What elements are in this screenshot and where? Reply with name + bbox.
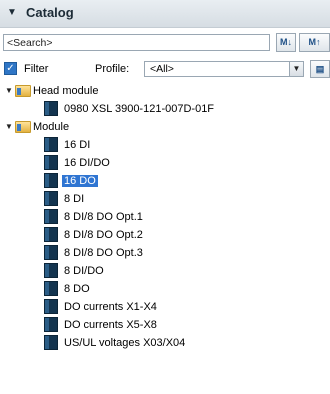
module-icon (44, 137, 58, 152)
tree-item-label: 16 DI/DO (64, 157, 110, 169)
search-up-icon: M↑ (308, 37, 321, 47)
module-icon (44, 227, 58, 242)
catalog-tree: ▼ Head module 0980 XSL 3900-121-007D-01F… (0, 82, 330, 352)
tree-item-label: DO currents X1-X4 (64, 301, 157, 313)
tree-item-label: 0980 XSL 3900-121-007D-01F (64, 103, 215, 115)
expand-down-icon[interactable]: ▼ (4, 85, 14, 97)
tree-item-label: 8 DI/8 DO Opt.1 (64, 211, 143, 223)
module-icon (44, 263, 58, 278)
folder-icon (15, 85, 31, 97)
search-down-icon: M↓ (280, 37, 292, 47)
tree-folder-module[interactable]: ▼ Module (0, 118, 330, 136)
module-icon (44, 317, 58, 332)
search-input[interactable]: <Search> (3, 34, 270, 51)
tree-item-label: 16 DO (62, 175, 98, 187)
tree-item[interactable]: 0980 XSL 3900-121-007D-01F (0, 100, 330, 118)
module-icon (44, 209, 58, 224)
tree-item-selected[interactable]: 16 DO (0, 172, 330, 190)
module-icon (44, 101, 58, 116)
tree-item[interactable]: 8 DI/8 DO Opt.2 (0, 226, 330, 244)
module-icon (44, 191, 58, 206)
tree-item-label: 8 DI/DO (64, 265, 104, 277)
folder-label: Module (33, 121, 70, 133)
tree-item-label: US/UL voltages X03/X04 (64, 337, 186, 349)
tree-folder-head-module[interactable]: ▼ Head module (0, 82, 330, 100)
expand-down-icon[interactable]: ▼ (4, 121, 14, 133)
tree-item[interactable]: DO currents X5-X8 (0, 316, 330, 334)
tree-item-label: DO currents X5-X8 (64, 319, 157, 331)
tree-item-label: 8 DI/8 DO Opt.2 (64, 229, 143, 241)
tree-item[interactable]: 8 DI/DO (0, 262, 330, 280)
profile-label: Profile: (95, 63, 130, 75)
profile-select[interactable]: <All> ▼ (144, 61, 304, 77)
tree-item[interactable]: 8 DI (0, 190, 330, 208)
search-down-button[interactable]: M↓ (276, 33, 296, 52)
tree-item[interactable]: DO currents X1-X4 (0, 298, 330, 316)
tree-item[interactable]: 8 DI/8 DO Opt.3 (0, 244, 330, 262)
profile-settings-button[interactable]: ▤ (310, 60, 330, 78)
module-icon (44, 299, 58, 314)
filter-label: Filter (24, 63, 49, 75)
tree-item-label: 8 DI/8 DO Opt.3 (64, 247, 143, 259)
tree-item-label: 8 DO (64, 283, 90, 295)
tree-item[interactable]: US/UL voltages X03/X04 (0, 334, 330, 352)
filter-checkbox[interactable]: ✓ (4, 62, 17, 75)
tree-item[interactable]: 16 DI/DO (0, 154, 330, 172)
folder-label: Head module (33, 85, 99, 97)
dropdown-arrow-icon[interactable]: ▼ (289, 62, 303, 76)
module-icon (44, 335, 58, 350)
module-settings-icon: ▤ (315, 64, 325, 74)
catalog-header[interactable]: ▼ Catalog (0, 0, 330, 28)
folder-icon (15, 121, 31, 133)
search-up-button[interactable]: M↑ (299, 33, 330, 52)
tree-item[interactable]: 8 DO (0, 280, 330, 298)
chevron-down-icon[interactable]: ▼ (6, 7, 18, 19)
tree-item[interactable]: 16 DI (0, 136, 330, 154)
module-icon (44, 245, 58, 260)
tree-item[interactable]: 8 DI/8 DO Opt.1 (0, 208, 330, 226)
module-icon (44, 173, 58, 188)
panel-title: Catalog (26, 5, 74, 20)
module-icon (44, 155, 58, 170)
tree-item-label: 16 DI (64, 139, 91, 151)
tree-item-label: 8 DI (64, 193, 85, 205)
module-icon (44, 281, 58, 296)
filter-row: ✓ Filter Profile: <All> ▼ ▤ (0, 60, 330, 80)
profile-value: <All> (150, 63, 174, 75)
